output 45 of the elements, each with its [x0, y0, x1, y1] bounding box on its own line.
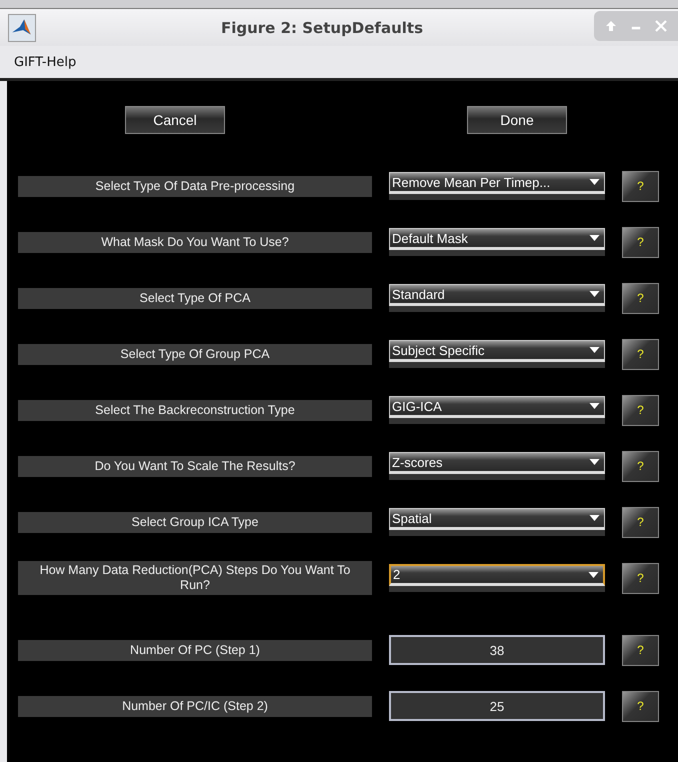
help-button[interactable]: ? — [622, 450, 659, 482]
dropdown-arrow-icon — [589, 235, 600, 241]
up-arrow-icon[interactable] — [605, 20, 617, 32]
setting-label: Number Of PC (Step 1) — [18, 640, 372, 660]
help-button[interactable]: ? — [622, 282, 659, 314]
dropdown[interactable]: Default Mask — [389, 228, 605, 250]
setting-label: Select Type Of Group PCA — [18, 344, 372, 364]
dropdown[interactable]: Remove Mean Per Timep... — [389, 172, 605, 194]
dropdown-arrow-icon — [589, 403, 600, 409]
help-button[interactable]: ? — [622, 634, 659, 666]
menu-item[interactable]: GIFT-Help — [14, 54, 76, 70]
help-button[interactable]: ? — [622, 562, 659, 594]
input-field[interactable]: 25 — [389, 691, 605, 721]
dropdown[interactable]: Standard — [389, 284, 605, 306]
dropdown[interactable]: 2 — [389, 564, 605, 586]
window-title: Figure 2: SetupDefaults — [220, 18, 424, 36]
app-logo-icon — [8, 14, 36, 42]
setting-label: How Many Data Reduction(PCA) Steps Do You Want To Run? — [18, 561, 372, 595]
dropdown-arrow-icon — [589, 459, 600, 465]
setting-label: Do You Want To Scale The Results? — [18, 456, 372, 476]
setting-label: Number Of PC/IC (Step 2) — [18, 696, 372, 716]
dialog-button[interactable]: Done — [467, 106, 567, 134]
help-button[interactable]: ? — [622, 506, 659, 538]
help-button[interactable]: ? — [622, 394, 659, 426]
dropdown-arrow-icon — [589, 515, 600, 521]
input-field[interactable]: 38 — [389, 635, 605, 665]
dropdown[interactable]: Z-scores — [389, 452, 605, 474]
dropdown-arrow-icon — [588, 572, 599, 578]
help-button[interactable]: ? — [622, 690, 659, 722]
dropdown[interactable]: GIG-ICA — [389, 396, 605, 418]
dropdown-arrow-icon — [589, 347, 600, 353]
setting-label: Select Type Of PCA — [18, 288, 372, 308]
help-button[interactable]: ? — [622, 170, 659, 202]
setting-label: Select The Backreconstruction Type — [18, 400, 372, 420]
dropdown[interactable]: Subject Specific — [389, 340, 605, 362]
dropdown-arrow-icon — [589, 179, 600, 185]
help-button[interactable]: ? — [622, 226, 659, 258]
dialog-button[interactable]: Cancel — [125, 106, 225, 134]
setting-label: Select Type Of Data Pre-processing — [18, 176, 372, 196]
help-button[interactable]: ? — [622, 338, 659, 370]
setting-label: Select Group ICA Type — [18, 512, 372, 532]
setting-label: What Mask Do You Want To Use? — [18, 232, 372, 252]
close-icon[interactable] — [655, 20, 667, 32]
dropdown[interactable]: Spatial — [389, 508, 605, 530]
dropdown-arrow-icon — [589, 291, 600, 297]
